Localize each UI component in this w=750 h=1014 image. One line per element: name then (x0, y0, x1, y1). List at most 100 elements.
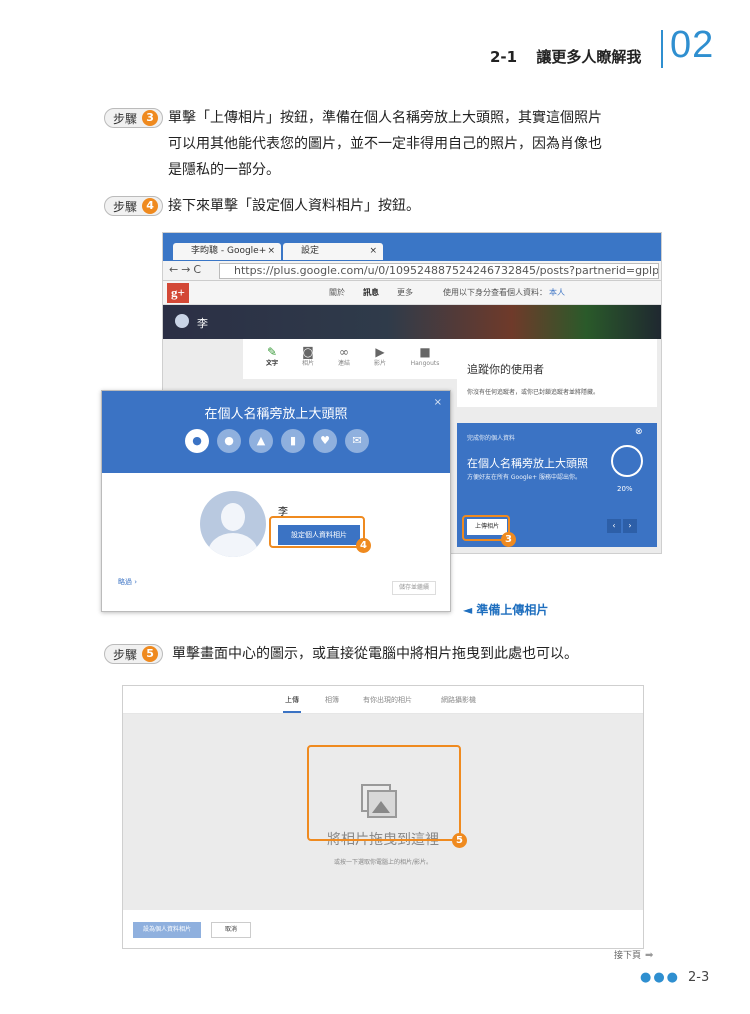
location-icon[interactable]: ● (217, 429, 241, 453)
step-word: 步驟 (113, 647, 138, 662)
compose-link[interactable]: ∞ 連結 (329, 345, 359, 369)
compose-label: 連結 (337, 360, 350, 367)
view-as-select[interactable]: 本人 (549, 287, 565, 298)
promo-kicker: 完成你的個人資料 (467, 435, 516, 442)
nav-more[interactable]: 更多 (397, 287, 413, 298)
step-5-label: 步驟 5 (104, 644, 164, 664)
step-3-badge: 3 (501, 532, 516, 547)
step-3-label: 步驟 3 (104, 108, 164, 128)
followers-text: 你沒有任何追蹤者，或你已封鎖追蹤者並將隱藏。 (467, 389, 600, 396)
compose-label: 文字 (265, 360, 278, 367)
section-title: 2-1 讓更多人瞭解我 (490, 46, 641, 67)
address-bar: ←→C https://plus.google.com/u/0/10952488… (163, 261, 661, 281)
step-5-line-1: 單擊畫面中心的圖示，或直接從電腦中將相片拖曳到此處也可以。 (172, 646, 578, 662)
step-4-line-1: 接下來單擊「設定個人資料相片」按鈕。 (168, 198, 420, 214)
tab-albums[interactable]: 相簿 (325, 695, 339, 705)
compose-hangouts[interactable]: ■ Hangouts (403, 345, 447, 369)
chapter-number: 02 (670, 24, 715, 66)
next-page-label: 接下頁 (614, 951, 642, 961)
drop-zone-subtitle[interactable]: 或按一下選取你電腦上的相片/影片。 (123, 857, 643, 866)
followers-card: 追蹤你的使用者 你沒有任何追蹤者，或你已封鎖追蹤者並將隱藏。 (457, 339, 657, 407)
upload-tabs: 上傳 相簿 有你出現的相片 網路攝影機 (123, 686, 643, 714)
step-4-highlight (269, 516, 365, 548)
step-5-highlight (307, 745, 461, 841)
promo-subtitle: 方便好友在所有 Google+ 服務中認出你。 (467, 474, 582, 481)
close-icon[interactable]: ⊗ (635, 427, 643, 437)
hangouts-icon: ■ (419, 345, 431, 359)
step-3-line-3: 是隱私的一部分。 (168, 162, 280, 178)
avatar-body (208, 533, 258, 557)
skip-link[interactable]: 略過 › (118, 577, 137, 587)
step-number: 5 (142, 646, 159, 662)
camera-icon: ◙ (302, 345, 314, 359)
step-number: 3 (142, 110, 159, 126)
person-icon[interactable]: ● (185, 429, 209, 453)
compose-label: 相片 (301, 360, 314, 367)
compose-bar: ✎ 文字 ◙ 相片 ∞ 連結 ▶ 影片 ■ Hangouts (243, 339, 457, 379)
dots-ornament: ●●● (640, 970, 681, 985)
compose-label: Hangouts (410, 360, 440, 367)
nav-arrows-icon[interactable]: ←→C (169, 263, 204, 276)
education-icon[interactable]: ▲ (249, 429, 273, 453)
page-number-text: 2-3 (688, 970, 710, 985)
compose-text[interactable]: ✎ 文字 (257, 345, 287, 369)
compose-label: 影片 (373, 360, 386, 367)
arrow-right-icon: ➡ (645, 950, 654, 961)
profile-photo-dialog: 在個人名稱旁放上大頭照 × ● ● ▲ ▮ ♥ ✉ 李 設定個人資料相片 略過 … (101, 390, 451, 612)
figure-caption: ◄ 準備上傳相片 (463, 603, 549, 617)
nav-about[interactable]: 關於 (329, 287, 345, 298)
heart-icon[interactable]: ♥ (313, 429, 337, 453)
cancel-button[interactable]: 取消 (211, 922, 251, 938)
save-continue-button[interactable]: 儲存並繼續 (392, 581, 436, 595)
tab-label: 李昀聰 - Google+ (191, 246, 267, 256)
step-word: 步驟 (113, 199, 138, 214)
browser-tab-profile[interactable]: 李昀聰 - Google+ × (173, 243, 281, 260)
work-icon[interactable]: ▮ (281, 429, 305, 453)
compose-video[interactable]: ▶ 影片 (365, 345, 395, 369)
page: 2-1 讓更多人瞭解我 02 步驟 3 單擊「上傳相片」按鈕，準備在個人名稱旁放… (0, 0, 750, 1014)
set-as-profile-photo-button[interactable]: 設為個人資料相片 (133, 922, 201, 938)
step-4-label: 步驟 4 (104, 196, 164, 216)
chevron-right-icon[interactable]: › (623, 519, 637, 533)
active-tab-underline (283, 711, 301, 713)
step-word: 步驟 (113, 111, 138, 126)
promo-title: 在個人名稱旁放上大頭照 (467, 457, 588, 470)
progress-ring (611, 445, 643, 477)
close-icon[interactable]: × (434, 397, 442, 408)
chevron-left-icon[interactable]: ‹ (607, 519, 621, 533)
dialog-title: 在個人名稱旁放上大頭照 (204, 407, 348, 422)
compose-photo[interactable]: ◙ 相片 (293, 345, 323, 369)
url-field[interactable]: https://plus.google.com/u/0/109524887524… (219, 263, 659, 279)
browser-tab-settings[interactable]: 設定 × (283, 243, 383, 260)
nav-posts[interactable]: 訊息 (363, 287, 379, 298)
dialog-header: 在個人名稱旁放上大頭照 × ● ● ▲ ▮ ♥ ✉ (102, 391, 450, 473)
upload-footer: 設為個人資料相片 取消 (123, 910, 643, 948)
close-icon[interactable]: × (267, 243, 275, 260)
view-as-label: 使用以下身分查看個人資料： (443, 288, 547, 297)
video-icon: ▶ (375, 345, 385, 359)
tab-webcam[interactable]: 網路攝影機 (441, 695, 476, 705)
gplus-toolbar: g+ 關於 訊息 更多 使用以下身分查看個人資料： 本人 (163, 281, 661, 305)
avatar-placeholder[interactable] (200, 491, 266, 557)
step-3-line-2: 可以用其他能代表您的圖片，並不一定非得用自己的照片，因為肖像也 (168, 136, 602, 152)
mail-icon[interactable]: ✉ (345, 429, 369, 453)
gplus-logo[interactable]: g+ (167, 283, 189, 303)
profile-steps: ● ● ▲ ▮ ♥ ✉ (185, 429, 385, 455)
avatar (175, 314, 189, 328)
step-number: 4 (142, 198, 159, 214)
progress-percent: 20% (617, 485, 633, 493)
profile-banner: 李 (163, 305, 661, 339)
close-icon[interactable]: × (369, 243, 377, 260)
step-4-badge: 4 (356, 538, 371, 553)
avatar-head (221, 503, 245, 531)
step-5-badge: 5 (452, 833, 467, 848)
carousel-arrows: ‹ › (605, 519, 637, 533)
browser-tabbar: 李昀聰 - Google+ × 設定 × (163, 233, 661, 261)
next-page-hint: 接下頁 ➡ (614, 948, 653, 961)
tab-upload[interactable]: 上傳 (285, 695, 299, 705)
header-divider (661, 30, 663, 68)
tab-photos-of-you[interactable]: 有你出現的相片 (363, 695, 412, 705)
link-icon: ∞ (339, 345, 349, 359)
step-3-line-1: 單擊「上傳相片」按鈕，準備在個人名稱旁放上大頭照，其實這個照片 (168, 110, 602, 126)
followers-title: 追蹤你的使用者 (467, 363, 544, 376)
